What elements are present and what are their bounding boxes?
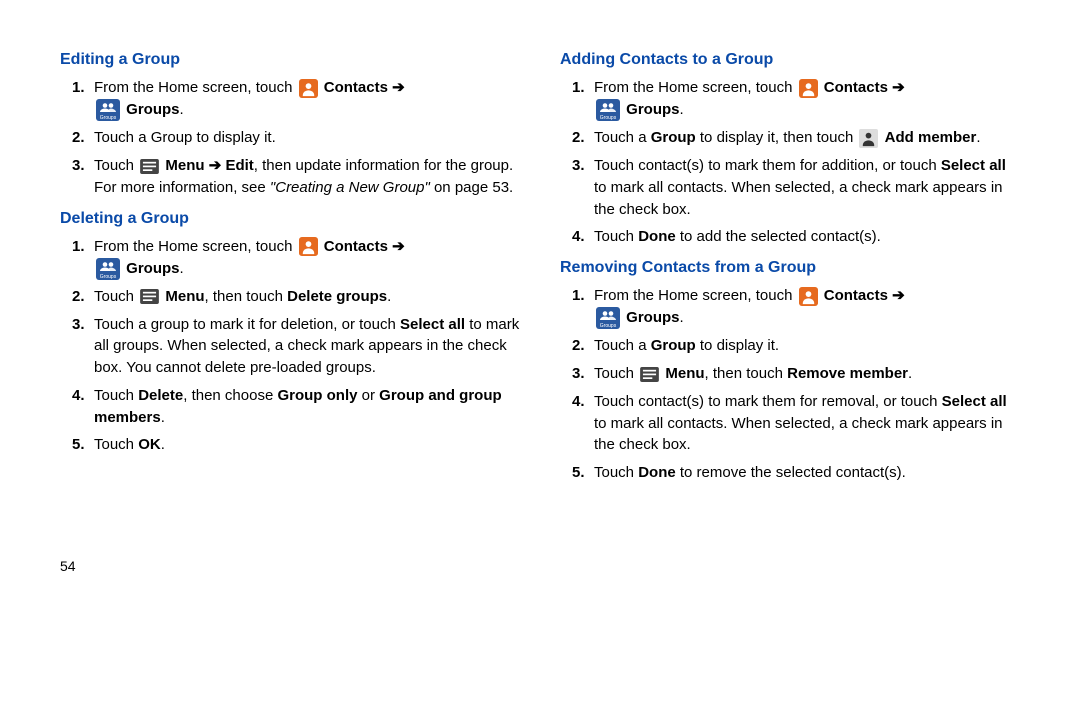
step-body: Touch OK. bbox=[94, 434, 520, 456]
step-number: 2. bbox=[572, 335, 594, 357]
list-deleting-group: 1. From the Home screen, touch Contacts … bbox=[60, 236, 520, 456]
list-item: 4. Touch Delete, then choose Group only … bbox=[60, 385, 520, 429]
list-item: 2. Touch a Group to display it. bbox=[560, 335, 1020, 357]
list-item: 2. Touch a Group to display it, then tou… bbox=[560, 127, 1020, 149]
list-removing-contacts: 1. From the Home screen, touch Contacts … bbox=[560, 285, 1020, 484]
step-body: From the Home screen, touch Contacts ➔ G… bbox=[594, 285, 1020, 329]
list-item: 4. Touch Done to add the selected contac… bbox=[560, 226, 1020, 248]
arrow-icon: ➔ bbox=[892, 79, 905, 96]
step-number: 3. bbox=[72, 155, 94, 199]
groups-icon bbox=[96, 99, 120, 121]
list-item: 1. From the Home screen, touch Contacts … bbox=[560, 285, 1020, 329]
list-item: 1. From the Home screen, touch Contacts … bbox=[560, 77, 1020, 121]
step-number: 3. bbox=[72, 314, 94, 379]
page-number: 54 bbox=[60, 556, 520, 576]
step-number: 5. bbox=[572, 462, 594, 484]
step-body: Touch Done to add the selected contact(s… bbox=[594, 226, 1020, 248]
page-columns: Editing a Group 1. From the Home screen,… bbox=[60, 40, 1020, 576]
step-number: 2. bbox=[572, 127, 594, 149]
contacts-icon bbox=[299, 77, 318, 99]
menu-icon bbox=[640, 363, 659, 385]
contacts-icon bbox=[799, 77, 818, 99]
list-adding-contacts: 1. From the Home screen, touch Contacts … bbox=[560, 77, 1020, 248]
step-body: Touch Menu ➔ Edit, then update informati… bbox=[94, 155, 520, 199]
list-editing-group: 1. From the Home screen, touch Contacts … bbox=[60, 77, 520, 198]
step-number: 3. bbox=[572, 155, 594, 220]
step-number: 5. bbox=[72, 434, 94, 456]
list-item: 5. Touch OK. bbox=[60, 434, 520, 456]
heading-removing-contacts: Removing Contacts from a Group bbox=[560, 256, 1020, 279]
step-number: 4. bbox=[572, 391, 594, 456]
groups-icon bbox=[596, 99, 620, 121]
step-body: Touch contact(s) to mark them for additi… bbox=[594, 155, 1020, 220]
list-item: 2. Touch Menu, then touch Delete groups. bbox=[60, 286, 520, 308]
list-item: 1. From the Home screen, touch Contacts … bbox=[60, 77, 520, 121]
step-body: Touch Menu, then touch Delete groups. bbox=[94, 286, 520, 308]
groups-icon bbox=[96, 258, 120, 280]
step-body: Touch a Group to display it. bbox=[594, 335, 1020, 357]
step-number: 2. bbox=[72, 286, 94, 308]
list-item: 2. Touch a Group to display it. bbox=[60, 127, 520, 149]
step-number: 4. bbox=[572, 226, 594, 248]
contacts-icon bbox=[299, 236, 318, 258]
list-item: 4. Touch contact(s) to mark them for rem… bbox=[560, 391, 1020, 456]
step-body: From the Home screen, touch Contacts ➔ G… bbox=[94, 77, 520, 121]
list-item: 3. Touch Menu, then touch Remove member. bbox=[560, 363, 1020, 385]
arrow-icon: ➔ bbox=[392, 238, 405, 255]
heading-deleting-group: Deleting a Group bbox=[60, 207, 520, 230]
step-body: Touch Menu, then touch Remove member. bbox=[594, 363, 1020, 385]
contacts-icon bbox=[799, 285, 818, 307]
list-item: 3. Touch contact(s) to mark them for add… bbox=[560, 155, 1020, 220]
heading-editing-group: Editing a Group bbox=[60, 48, 520, 71]
step-number: 4. bbox=[72, 385, 94, 429]
step-body: From the Home screen, touch Contacts ➔ G… bbox=[594, 77, 1020, 121]
list-item: 1. From the Home screen, touch Contacts … bbox=[60, 236, 520, 280]
step-body: Touch a group to mark it for deletion, o… bbox=[94, 314, 520, 379]
step-number: 2. bbox=[72, 127, 94, 149]
step-number: 1. bbox=[72, 236, 94, 280]
person-icon bbox=[859, 127, 878, 149]
heading-adding-contacts: Adding Contacts to a Group bbox=[560, 48, 1020, 71]
step-number: 3. bbox=[572, 363, 594, 385]
list-item: 5. Touch Done to remove the selected con… bbox=[560, 462, 1020, 484]
step-number: 1. bbox=[572, 77, 594, 121]
step-body: Touch a Group to display it. bbox=[94, 127, 520, 149]
list-item: 3. Touch Menu ➔ Edit, then update inform… bbox=[60, 155, 520, 199]
step-number: 1. bbox=[72, 77, 94, 121]
step-body: Touch Delete, then choose Group only or … bbox=[94, 385, 520, 429]
groups-icon bbox=[596, 307, 620, 329]
right-column: Adding Contacts to a Group 1. From the H… bbox=[560, 40, 1020, 576]
menu-icon bbox=[140, 155, 159, 177]
left-column: Editing a Group 1. From the Home screen,… bbox=[60, 40, 520, 576]
menu-icon bbox=[140, 286, 159, 308]
step-body: Touch Done to remove the selected contac… bbox=[594, 462, 1020, 484]
step-number: 1. bbox=[572, 285, 594, 329]
arrow-icon: ➔ bbox=[392, 79, 405, 96]
step-body: Touch a Group to display it, then touch … bbox=[594, 127, 1020, 149]
list-item: 3. Touch a group to mark it for deletion… bbox=[60, 314, 520, 379]
step-body: From the Home screen, touch Contacts ➔ G… bbox=[94, 236, 520, 280]
arrow-icon: ➔ bbox=[892, 287, 905, 304]
step-body: Touch contact(s) to mark them for remova… bbox=[594, 391, 1020, 456]
